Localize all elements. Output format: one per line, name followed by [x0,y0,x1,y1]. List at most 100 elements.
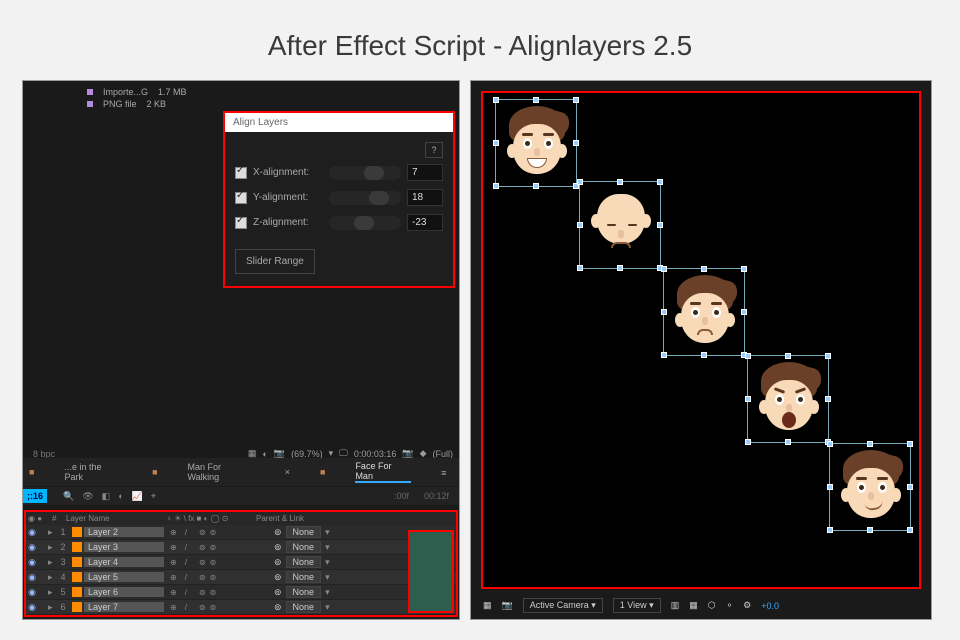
tab-walking[interactable]: Man For Walking [188,462,255,482]
current-time[interactable]: ;:16 [23,489,47,503]
gear-icon[interactable]: ⚙ [743,600,751,611]
camera-icon[interactable]: 📷 [502,600,513,611]
transform-handle[interactable] [741,266,747,272]
table-row[interactable]: ◉ ▸ 5 Layer 6 ⊕/⊚⊚ ⊚None▾ [26,585,456,600]
y-value-input[interactable]: 18 [407,189,443,206]
transform-handle[interactable] [533,183,539,189]
transform-handle[interactable] [577,222,583,228]
transform-handle[interactable] [867,527,873,533]
tab-face[interactable]: Face For Man [355,461,411,483]
transform-handle[interactable] [907,527,913,533]
pickwhip-icon[interactable]: ⊚ [274,542,282,553]
label-color[interactable] [72,587,82,597]
layer-name[interactable]: Layer 6 [84,587,164,597]
twirl-icon[interactable]: ▸ [48,542,56,553]
tab-park[interactable]: ...e in the Park [64,462,122,482]
pickwhip-icon[interactable]: ⊚ [274,602,282,613]
transform-handle[interactable] [745,396,751,402]
parent-dropdown[interactable]: None [286,586,322,598]
transform-handle[interactable] [617,179,623,185]
table-row[interactable]: ◉ ▸ 6 Layer 7 ⊕/⊚⊚ ⊚None▾ [26,600,456,615]
visibility-icon[interactable]: ◉ [26,557,38,568]
transform-handle[interactable] [577,265,583,271]
grid-icon[interactable]: ▦ [483,600,492,611]
twirl-icon[interactable]: ▸ [48,602,56,613]
transform-handle[interactable] [827,441,833,447]
layer-switches[interactable]: ⊕/⊚⊚ [164,558,274,567]
exposure-value[interactable]: +0.0 [761,601,779,611]
transform-handle[interactable] [907,441,913,447]
parent-dropdown[interactable]: None [286,541,322,553]
project-item-name[interactable]: Importe...G [103,87,148,97]
table-row[interactable]: ◉ ▸ 2 Layer 3 ⊕/⊚⊚ ⊚None▾ [26,540,456,555]
layer-name[interactable]: Layer 4 [84,557,164,567]
snap-icon[interactable]: ⌖ [151,491,156,502]
label-color[interactable] [72,602,82,612]
transform-handle[interactable] [827,527,833,533]
transform-handle[interactable] [661,352,667,358]
y-slider[interactable] [329,191,401,205]
view-dropdown[interactable]: 1 View ▾ [613,598,661,613]
transform-handle[interactable] [657,179,663,185]
visibility-icon[interactable]: ◉ [26,572,38,583]
transform-handle[interactable] [785,353,791,359]
pickwhip-icon[interactable]: ⊚ [274,587,282,598]
transform-handle[interactable] [867,441,873,447]
transform-handle[interactable] [573,97,579,103]
zoom-dropdown[interactable]: (69.7%) [291,449,323,459]
transform-handle[interactable] [493,140,499,146]
y-checkbox[interactable] [235,192,247,204]
parent-dropdown[interactable]: None [286,601,322,613]
layer-switches[interactable]: ⊕/⊚⊚ [164,573,274,582]
x-value-input[interactable]: 7 [407,164,443,181]
pickwhip-icon[interactable]: ⊚ [274,572,282,583]
layout-icon[interactable]: ▥ [671,600,680,611]
layer-name[interactable]: Layer 3 [84,542,164,552]
pickwhip-icon[interactable]: ⊚ [274,557,282,568]
transform-handle[interactable] [701,266,707,272]
transform-handle[interactable] [825,396,831,402]
visibility-icon[interactable]: ◉ [26,542,38,553]
label-color[interactable] [72,542,82,552]
fast-preview-icon[interactable]: ⬡ [708,600,716,611]
table-row[interactable]: ◉ ▸ 1 Layer 2 ⊕/⊚⊚ ⊚None▾ [26,525,456,540]
layer-bounding-box[interactable] [829,443,911,531]
project-item-name[interactable]: PNG file [103,99,137,109]
transform-handle[interactable] [661,266,667,272]
transform-handle[interactable] [745,439,751,445]
help-button[interactable]: ? [425,142,443,158]
x-checkbox[interactable] [235,167,247,179]
visibility-icon[interactable]: ◉ [26,587,38,598]
visibility-icon[interactable]: ◉ [26,527,38,538]
graph-icon[interactable]: 📈 [132,491,143,502]
twirl-icon[interactable]: ▸ [48,557,56,568]
transform-handle[interactable] [785,439,791,445]
label-color[interactable] [72,572,82,582]
z-slider[interactable] [329,216,401,230]
pixel-aspect-icon[interactable]: ▦ [689,600,698,611]
parent-dropdown[interactable]: None [286,526,322,538]
table-row[interactable]: ◉ ▸ 4 Layer 5 ⊕/⊚⊚ ⊚None▾ [26,570,456,585]
parent-dropdown[interactable]: None [286,571,322,583]
transform-handle[interactable] [573,140,579,146]
layer-switches[interactable]: ⊕/⊚⊚ [164,603,274,612]
search-icon[interactable]: 🔍 [63,491,74,502]
twirl-icon[interactable]: ▸ [48,587,56,598]
share-icon[interactable]: ⚬ [726,600,734,611]
twirl-icon[interactable]: ▸ [48,572,56,583]
transform-handle[interactable] [617,265,623,271]
transform-handle[interactable] [701,352,707,358]
layer-switches[interactable]: ⊕/⊚⊚ [164,543,274,552]
visibility-icon[interactable]: ◉ [26,602,38,613]
layer-bounding-box[interactable] [495,99,577,187]
label-color[interactable] [72,557,82,567]
col-name[interactable]: Layer Name [66,514,166,523]
table-row[interactable]: ◉ ▸ 3 Layer 4 ⊕/⊚⊚ ⊚None▾ [26,555,456,570]
transform-handle[interactable] [825,353,831,359]
layer-name[interactable]: Layer 5 [84,572,164,582]
layer-switches[interactable]: ⊕/⊚⊚ [164,528,274,537]
transform-handle[interactable] [533,97,539,103]
transform-handle[interactable] [577,179,583,185]
camera-dropdown[interactable]: Active Camera ▾ [523,598,603,613]
tab-menu-icon[interactable]: ≡ [441,468,453,476]
